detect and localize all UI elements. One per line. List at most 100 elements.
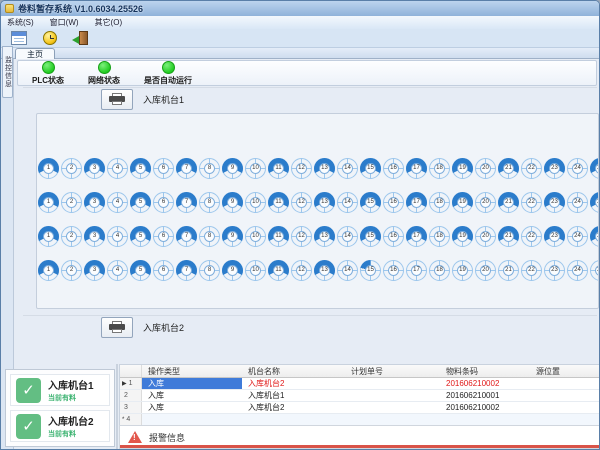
roll-slot[interactable]: 24 <box>567 226 588 247</box>
cell-barcode[interactable]: 201606210002 <box>440 378 530 389</box>
roll-slot[interactable]: 11 <box>268 260 289 281</box>
clock-button[interactable] <box>40 30 60 47</box>
roll-slot[interactable]: 2 <box>61 158 82 179</box>
roll-slot[interactable]: 17 <box>406 192 427 213</box>
roll-slot[interactable]: 7 <box>176 260 197 281</box>
roll-slot[interactable]: 24 <box>567 192 588 213</box>
calendar-button[interactable] <box>9 30 29 47</box>
roll-slot[interactable]: 22 <box>521 226 542 247</box>
roll-slot[interactable]: 16 <box>383 158 404 179</box>
roll-slot[interactable]: 15 <box>360 158 381 179</box>
roll-slot[interactable]: 12 <box>291 158 312 179</box>
roll-slot[interactable]: 3 <box>84 260 105 281</box>
roll-slot[interactable]: 12 <box>291 226 312 247</box>
roll-slot[interactable]: 20 <box>475 260 496 281</box>
cell-op[interactable] <box>142 414 242 425</box>
roll-slot[interactable]: 6 <box>153 192 174 213</box>
roll-slot[interactable]: 14 <box>337 226 358 247</box>
roll-slot[interactable]: 6 <box>153 260 174 281</box>
machine-card[interactable]: ✓入库机台1当前有料 <box>10 374 110 406</box>
row-header-cell[interactable]: *4 <box>120 414 142 425</box>
column-header[interactable]: 计划单号 <box>345 365 440 377</box>
roll-slot[interactable]: 2 <box>61 226 82 247</box>
roll-slot[interactable]: 22 <box>521 192 542 213</box>
cell-barcode[interactable] <box>440 414 530 425</box>
roll-slot[interactable]: 3 <box>84 226 105 247</box>
roll-slot[interactable]: 8 <box>199 158 220 179</box>
roll-slot[interactable]: 25 <box>590 158 599 179</box>
menu-item[interactable]: 窗口(W) <box>50 17 79 28</box>
roll-slot[interactable]: 4 <box>107 192 128 213</box>
roll-slot[interactable]: 15 <box>360 226 381 247</box>
roll-slot[interactable]: 6 <box>153 158 174 179</box>
machine-card[interactable]: ✓入库机台2当前有料 <box>10 410 110 442</box>
roll-slot[interactable]: 21 <box>498 226 519 247</box>
roll-slot[interactable]: 3 <box>84 192 105 213</box>
roll-slot[interactable]: 9 <box>222 260 243 281</box>
tab-home[interactable]: 主页 <box>15 48 55 59</box>
roll-slot[interactable]: 19 <box>452 226 473 247</box>
roll-slot[interactable]: 5 <box>130 192 151 213</box>
print-button-machine1[interactable] <box>101 89 133 110</box>
roll-slot[interactable]: 19 <box>452 158 473 179</box>
roll-slot[interactable]: 15 <box>360 192 381 213</box>
roll-slot[interactable]: 25 <box>590 192 599 213</box>
roll-slot[interactable]: 7 <box>176 192 197 213</box>
roll-slot[interactable]: 8 <box>199 192 220 213</box>
roll-slot[interactable]: 23 <box>544 192 565 213</box>
table-row[interactable]: 2入库入库机台1201606210001 <box>120 390 600 402</box>
roll-slot[interactable]: 7 <box>176 226 197 247</box>
roll-slot[interactable]: 5 <box>130 226 151 247</box>
roll-slot[interactable]: 23 <box>544 158 565 179</box>
cell-plan[interactable] <box>345 414 440 425</box>
roll-slot[interactable]: 2 <box>61 192 82 213</box>
print-button-machine2[interactable] <box>101 317 133 338</box>
roll-slot[interactable]: 11 <box>268 192 289 213</box>
roll-slot[interactable]: 13 <box>314 192 335 213</box>
column-header[interactable]: 操作类型 <box>142 365 242 377</box>
cell-plan[interactable] <box>345 378 440 389</box>
cell-plan[interactable] <box>345 390 440 401</box>
roll-slot[interactable]: 20 <box>475 158 496 179</box>
roll-slot[interactable]: 18 <box>429 192 450 213</box>
roll-slot[interactable]: 1 <box>38 260 59 281</box>
row-header-cell[interactable]: 2 <box>120 390 142 401</box>
column-header[interactable]: 物料条码 <box>440 365 530 377</box>
cell-src[interactable] <box>530 390 600 401</box>
roll-slot[interactable]: 9 <box>222 192 243 213</box>
roll-slot[interactable]: 24 <box>567 158 588 179</box>
roll-slot[interactable]: 20 <box>475 192 496 213</box>
roll-slot[interactable]: 9 <box>222 226 243 247</box>
roll-slot[interactable]: 18 <box>429 158 450 179</box>
roll-slot[interactable]: 16 <box>383 226 404 247</box>
cell-op[interactable]: 入库 <box>142 402 242 413</box>
roll-slot[interactable]: 5 <box>130 260 151 281</box>
row-header-cell[interactable]: ▶1 <box>120 378 142 389</box>
cell-src[interactable] <box>530 402 600 413</box>
roll-slot[interactable]: 18 <box>429 226 450 247</box>
roll-slot[interactable]: 1 <box>38 192 59 213</box>
roll-slot[interactable]: 10 <box>245 192 266 213</box>
roll-slot[interactable]: 10 <box>245 158 266 179</box>
cell-machine[interactable]: 入库机台2 <box>242 402 345 413</box>
roll-slot[interactable]: 25 <box>590 260 599 281</box>
cell-plan[interactable] <box>345 402 440 413</box>
menu-item[interactable]: 系统(S) <box>7 17 34 28</box>
roll-slot[interactable]: 25 <box>590 226 599 247</box>
menu-item[interactable]: 其它(O) <box>95 17 123 28</box>
roll-slot[interactable]: 17 <box>406 158 427 179</box>
cell-machine[interactable]: 入库机台1 <box>242 390 345 401</box>
roll-slot[interactable]: 8 <box>199 226 220 247</box>
roll-slot[interactable]: 17 <box>406 226 427 247</box>
cell-src[interactable] <box>530 378 600 389</box>
cell-op[interactable]: 入库 <box>142 378 242 389</box>
cell-machine[interactable]: 入库机台2 <box>242 378 345 389</box>
roll-slot[interactable]: 23 <box>544 260 565 281</box>
roll-slot[interactable]: 12 <box>291 260 312 281</box>
roll-slot[interactable]: 8 <box>199 260 220 281</box>
roll-slot[interactable]: 19 <box>452 260 473 281</box>
roll-slot[interactable]: 10 <box>245 260 266 281</box>
roll-slot[interactable]: 4 <box>107 226 128 247</box>
roll-slot[interactable]: 22 <box>521 158 542 179</box>
roll-slot[interactable]: 14 <box>337 192 358 213</box>
